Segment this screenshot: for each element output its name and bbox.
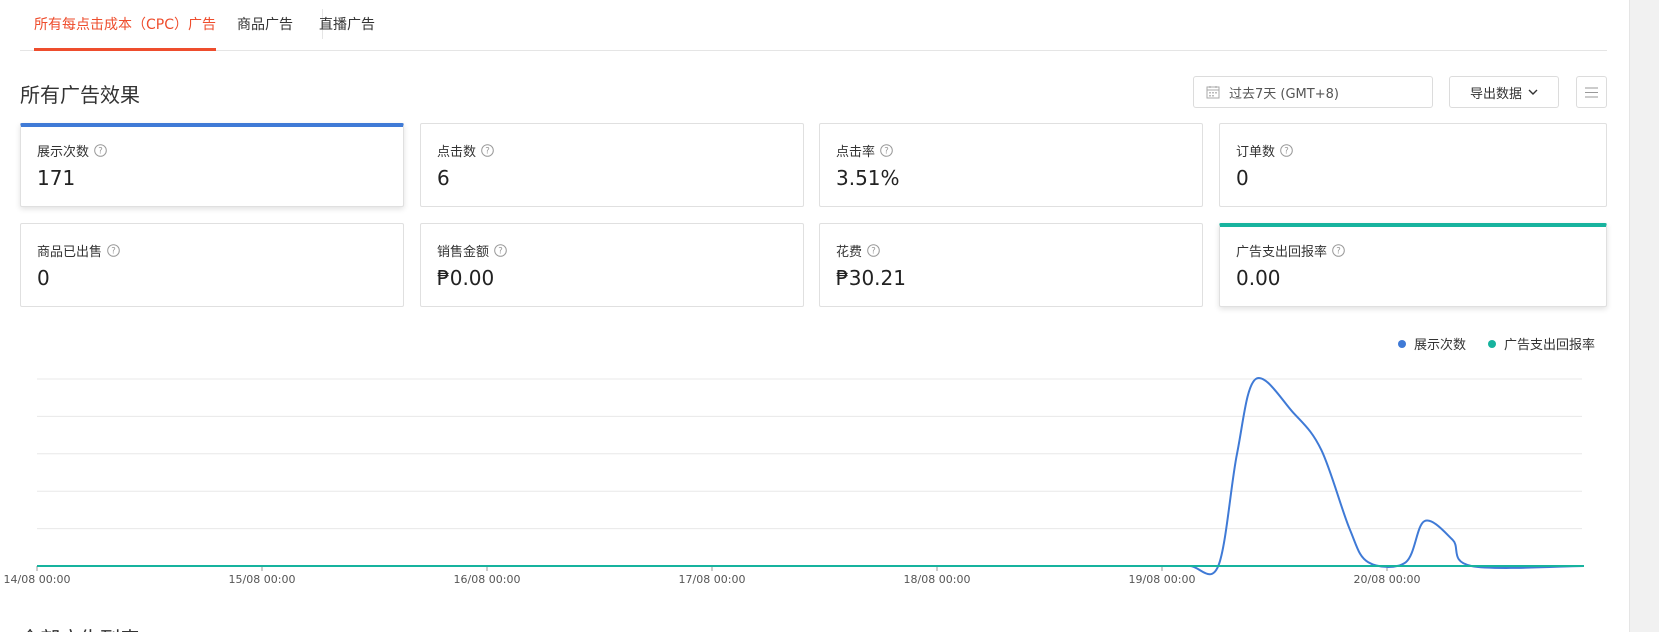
svg-text:?: ? [498, 247, 503, 257]
ad-type-tabs: 所有每点击成本（CPC）广告 商品广告 直播广告 [20, 0, 1607, 51]
help-icon[interactable]: ? [880, 144, 893, 157]
metric-label: 订单数 [1236, 145, 1276, 160]
svg-text:?: ? [871, 247, 876, 257]
svg-text:?: ? [1336, 247, 1341, 257]
metric-card-items-sold[interactable]: 商品已出售? 0 [20, 223, 404, 307]
metric-label: 销售金额 [437, 245, 490, 260]
metric-value: 171 [37, 166, 76, 190]
help-icon[interactable]: ? [1280, 144, 1293, 157]
series-line-impressions [36, 377, 1584, 576]
metric-card-expense[interactable]: 花费? ₱30.21 [819, 223, 1203, 307]
date-range-text: 过去7天 (GMT+8) [1229, 86, 1339, 102]
metric-card-ctr[interactable]: 点击率? 3.51% [819, 123, 1203, 207]
metric-card-orders[interactable]: 订单数? 0 [1219, 123, 1607, 207]
svg-text:?: ? [884, 147, 889, 157]
help-icon[interactable]: ? [94, 144, 107, 157]
metric-label: 点击数 [437, 145, 477, 160]
export-data-label: 导出数据 [1469, 86, 1522, 102]
metric-label: 广告支出回报率 [1236, 245, 1328, 260]
tab-product-ads[interactable]: 商品广告 [237, 14, 293, 51]
export-data-button[interactable]: 导出数据 [1449, 76, 1559, 108]
x-tick-label: 19/08 00:00 [1129, 573, 1196, 586]
metric-label: 展示次数 [37, 145, 90, 160]
svg-text:?: ? [98, 147, 103, 157]
svg-text:?: ? [1284, 147, 1289, 157]
metric-value: 6 [437, 166, 450, 190]
x-tick-label: 14/08 00:00 [4, 573, 71, 586]
help-icon[interactable]: ? [1332, 244, 1345, 257]
svg-text:?: ? [485, 147, 490, 157]
metric-card-roas[interactable]: 广告支出回报率? 0.00 [1219, 223, 1607, 307]
section-title: 所有广告效果 [20, 83, 140, 107]
tab-all-cpc-ads[interactable]: 所有每点击成本（CPC）广告 [34, 14, 216, 51]
metric-value: 0.00 [1236, 266, 1281, 290]
metric-value: 0 [1236, 166, 1249, 190]
legend-dot [1488, 339, 1496, 348]
metric-value: 3.51% [836, 166, 900, 190]
x-tick-label: 18/08 00:00 [904, 573, 971, 586]
performance-line-chart: 14/08 00:00 15/08 00:00 16/08 00:00 17/08 0… [4, 377, 1584, 586]
metric-label: 花费 [836, 245, 863, 260]
x-tick-label: 17/08 00:00 [679, 573, 746, 586]
metric-card-impressions[interactable]: 展示次数? 171 [20, 123, 404, 207]
calendar-icon [1206, 85, 1220, 99]
x-tick-label: 16/08 00:00 [454, 573, 521, 586]
metric-card-gmv[interactable]: 销售金额? ₱0.00 [420, 223, 804, 307]
ad-list-title: 全部广告列表 [20, 623, 140, 632]
help-icon[interactable]: ? [107, 244, 120, 257]
metric-label: 点击率 [836, 145, 876, 160]
menu-button[interactable] [1576, 76, 1607, 108]
help-icon[interactable]: ? [481, 144, 494, 157]
metric-value: 0 [37, 266, 50, 290]
x-tick-label: 20/08 00:00 [1354, 573, 1421, 586]
metric-label: 商品已出售 [37, 245, 103, 260]
chevron-down-icon [1528, 89, 1538, 95]
metric-value: ₱30.21 [836, 266, 906, 290]
legend-dot [1398, 339, 1406, 348]
metric-value: ₱0.00 [437, 266, 495, 290]
x-tick-label: 15/08 00:00 [229, 573, 296, 586]
date-range-picker[interactable]: 过去7天 (GMT+8) [1193, 76, 1433, 108]
list-menu-icon [1585, 87, 1598, 97]
help-icon[interactable]: ? [867, 244, 880, 257]
page-scrollbar[interactable] [1629, 0, 1659, 632]
svg-text:?: ? [111, 247, 116, 257]
metric-card-clicks[interactable]: 点击数? 6 [420, 123, 804, 207]
tab-live-ads[interactable]: 直播广告 [319, 14, 375, 51]
help-icon[interactable]: ? [494, 244, 507, 257]
